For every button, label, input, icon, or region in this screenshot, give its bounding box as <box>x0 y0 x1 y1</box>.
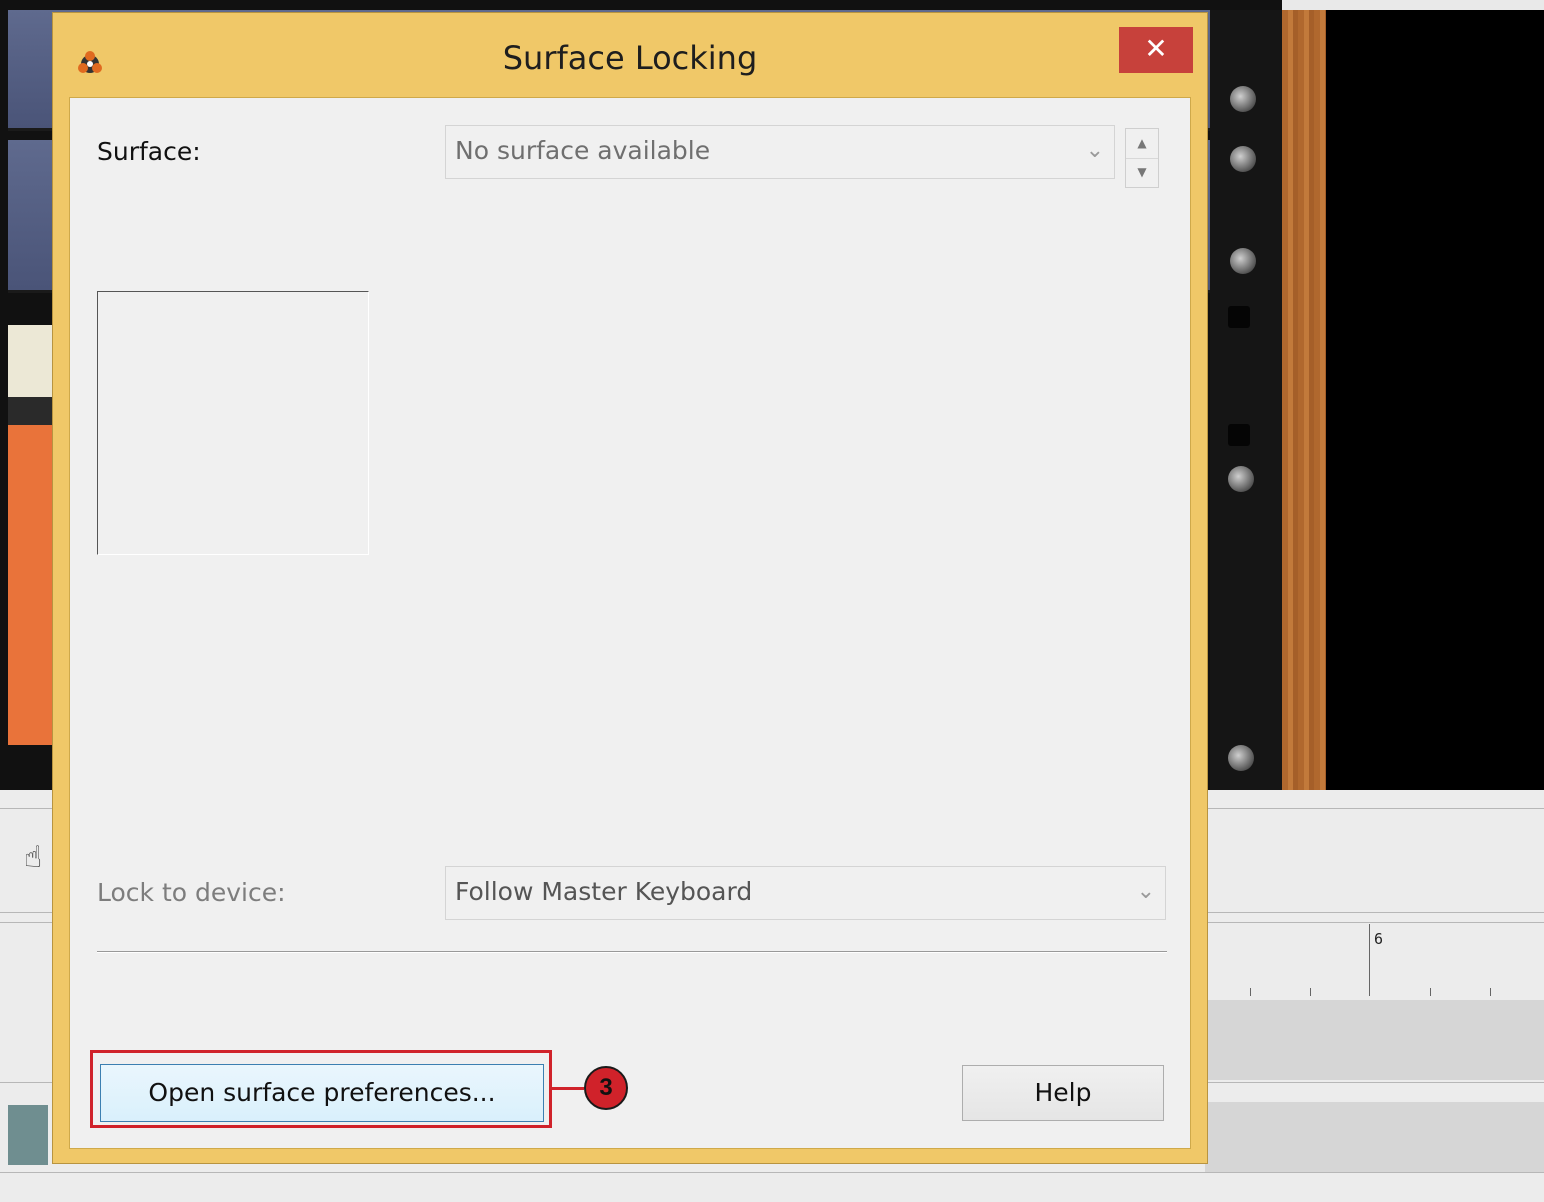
screw-icon <box>1230 86 1256 112</box>
chevron-down-icon: ⌄ <box>1136 879 1155 904</box>
rack-rail <box>1210 10 1282 790</box>
close-icon: ✕ <box>1144 32 1168 65</box>
screw-icon <box>1228 466 1254 492</box>
lock-to-device-value: Follow Master Keyboard <box>455 877 753 906</box>
callout-highlight <box>90 1050 552 1128</box>
spin-up-icon[interactable]: ▲ <box>1126 129 1158 159</box>
sequencer-lane[interactable] <box>1205 1000 1544 1080</box>
help-button[interactable]: Help <box>962 1065 1164 1121</box>
close-button[interactable]: ✕ <box>1119 27 1193 73</box>
surface-spinner[interactable]: ▲ ▼ <box>1125 128 1159 188</box>
lock-to-device-label: Lock to device: <box>97 878 286 907</box>
surface-label: Surface: <box>97 137 201 166</box>
dialog-titlebar[interactable]: Surface Locking ✕ <box>53 13 1207 97</box>
divider <box>97 951 1167 953</box>
callout-connector <box>552 1087 584 1090</box>
ruler-bar-number: 6 <box>1374 930 1384 948</box>
sequencer-clip[interactable] <box>8 1105 48 1165</box>
dialog-body: Surface: No surface available ⌄ ▲ ▼ Lock… <box>69 97 1191 1149</box>
rack-wood-side <box>1282 10 1326 790</box>
sequencer-lane[interactable] <box>1205 1102 1544 1172</box>
hand-icon[interactable]: ☝ <box>24 840 42 875</box>
spin-down-icon[interactable]: ▼ <box>1126 158 1158 187</box>
screw-icon <box>1230 248 1256 274</box>
dialog-title: Surface Locking <box>502 39 758 77</box>
surface-preview-image <box>97 291 369 555</box>
screw-icon <box>1230 146 1256 172</box>
lock-to-device-select[interactable]: Follow Master Keyboard ⌄ <box>445 866 1166 920</box>
surface-locking-dialog: Surface Locking ✕ Surface: No surface av… <box>52 12 1208 1164</box>
step-badge: 3 <box>584 1066 628 1110</box>
chevron-down-icon: ⌄ <box>1085 138 1104 163</box>
surface-select-value: No surface available <box>455 136 711 165</box>
surface-select[interactable]: No surface available ⌄ <box>445 125 1115 179</box>
screw-icon <box>1228 745 1254 771</box>
